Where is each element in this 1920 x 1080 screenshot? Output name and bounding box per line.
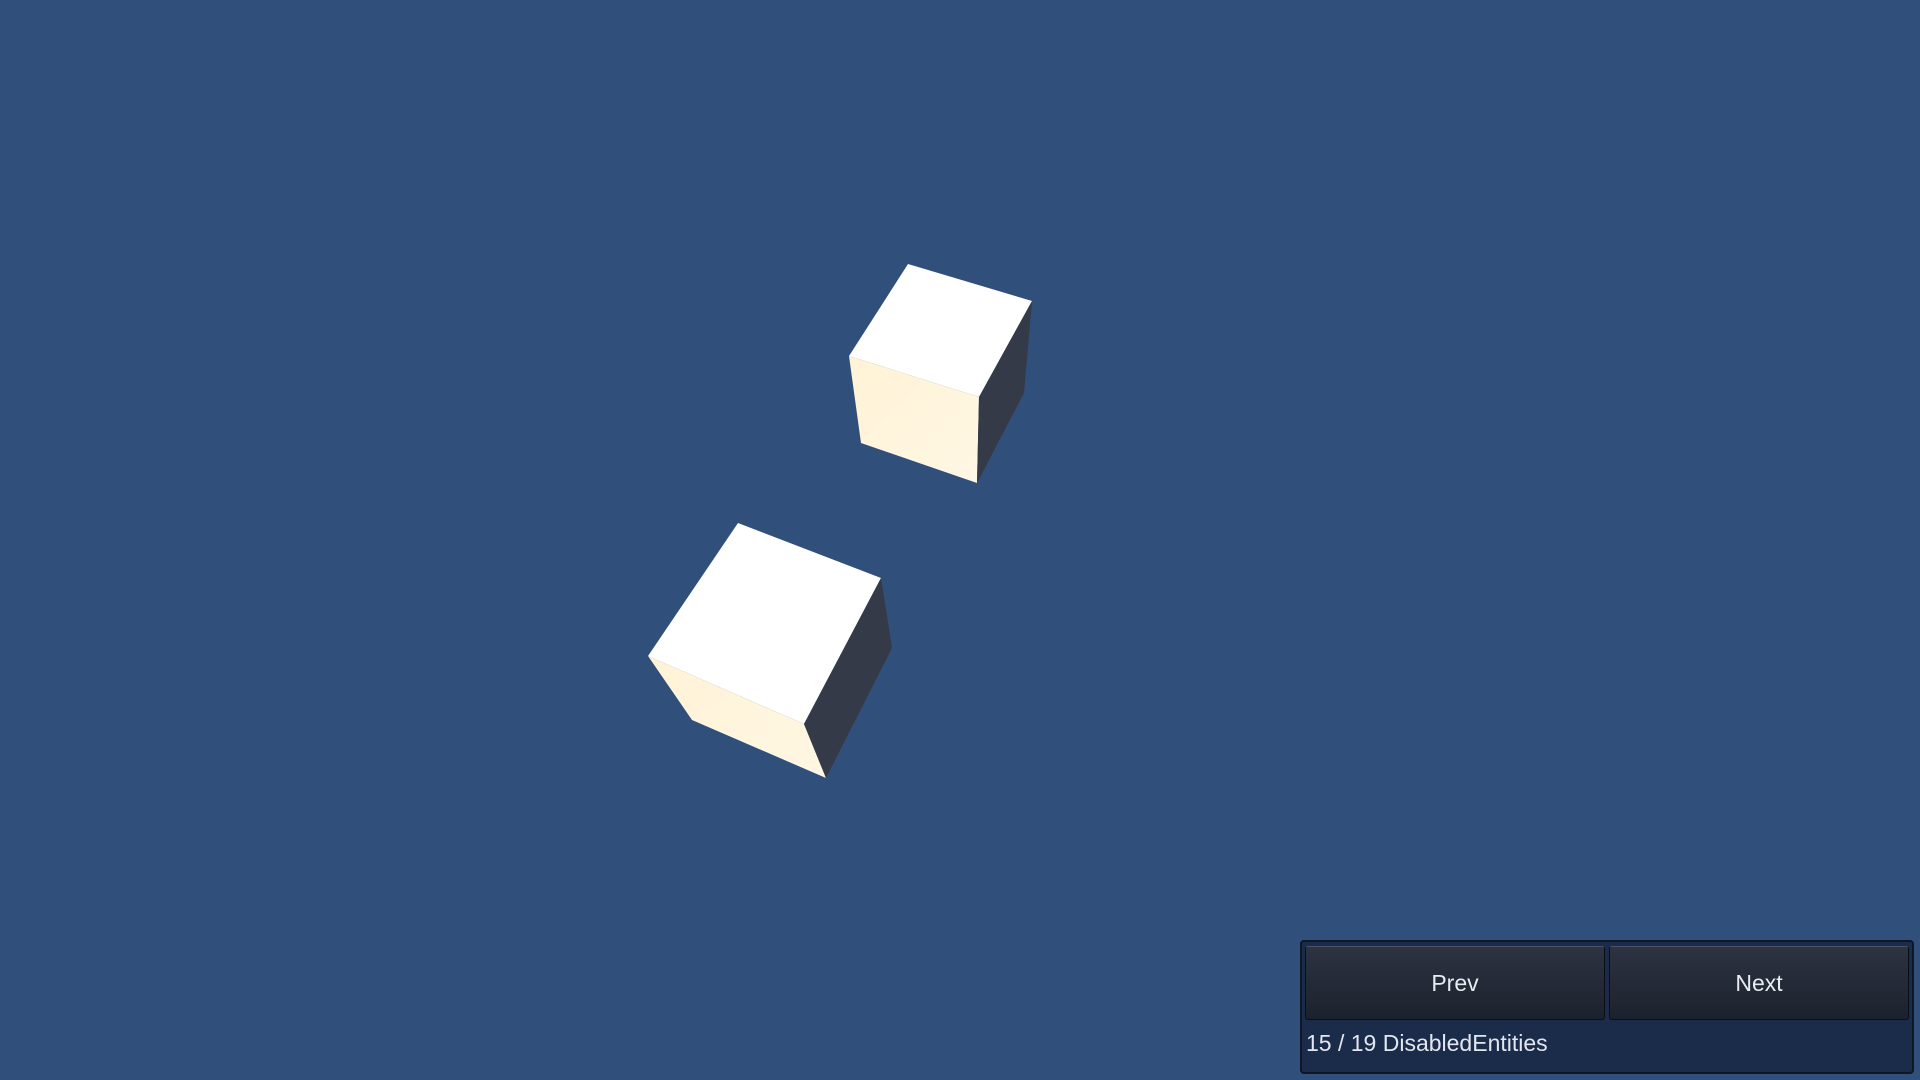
- cube-upper: [849, 264, 1032, 483]
- scene-status-label: 15 / 19 DisabledEntities: [1306, 1030, 1548, 1056]
- scene-canvas: [648, 264, 1032, 778]
- entity-nav-panel: Prev Next 15 / 19 DisabledEntities: [1300, 940, 1914, 1074]
- next-button[interactable]: Next: [1609, 946, 1909, 1020]
- prev-button[interactable]: Prev: [1305, 946, 1605, 1020]
- cube-lower: [648, 523, 892, 778]
- game-viewport: [0, 0, 1920, 1080]
